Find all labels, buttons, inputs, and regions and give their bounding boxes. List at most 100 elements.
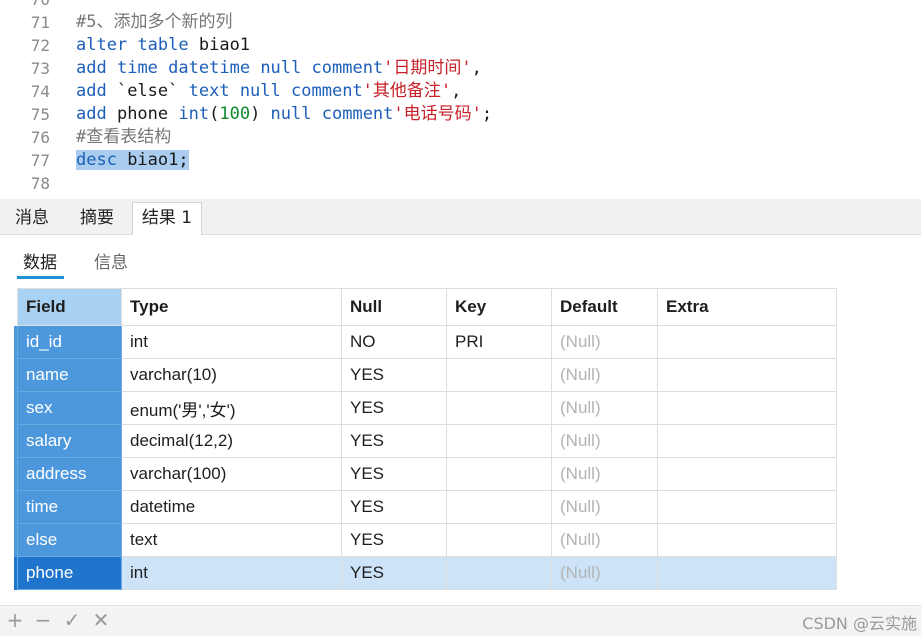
grid-body: id_id int NO PRI (Null) name varchar(10) YES (Nu… <box>14 325 837 590</box>
cell-key[interactable] <box>446 523 552 557</box>
cell-key[interactable]: PRI <box>446 325 552 359</box>
code-line[interactable]: 72 alter table biao1 <box>0 34 921 57</box>
result-sub-tabs: 数据 信息 <box>0 236 921 286</box>
cell-default[interactable]: (Null) <box>551 556 658 590</box>
table-row[interactable]: phone int YES (Null) <box>14 556 837 590</box>
cell-null[interactable]: YES <box>341 424 447 458</box>
cell-null[interactable]: YES <box>341 556 447 590</box>
cell-field[interactable]: id_id <box>17 325 122 359</box>
cell-null[interactable]: NO <box>341 325 447 359</box>
cell-field[interactable]: else <box>17 523 122 557</box>
cell-null[interactable]: YES <box>341 358 447 392</box>
code-line[interactable]: 75 add phone int(100) null comment'电话号码'; <box>0 103 921 126</box>
cell-default[interactable]: (Null) <box>551 457 658 491</box>
code-token: #查看表结构 <box>76 127 172 147</box>
cell-extra[interactable] <box>657 358 837 392</box>
code-line[interactable]: 76 #查看表结构 <box>0 126 921 149</box>
table-row[interactable]: salary decimal(12,2) YES (Null) <box>14 424 837 458</box>
column-header-default[interactable]: Default <box>551 288 658 326</box>
cell-default[interactable]: (Null) <box>551 523 658 557</box>
cell-key[interactable] <box>446 556 552 590</box>
cell-type[interactable]: varchar(10) <box>121 358 342 392</box>
code-token: int <box>178 104 210 124</box>
table-row[interactable]: address varchar(100) YES (Null) <box>14 457 837 491</box>
cell-key[interactable] <box>446 391 552 425</box>
code-token: biao1 <box>188 35 251 55</box>
cell-null[interactable]: YES <box>341 457 447 491</box>
sql-editor[interactable]: 70 71 #5、添加多个新的列 72 alter table biao1 73 add t… <box>0 0 921 199</box>
plus-icon[interactable]: + <box>4 608 26 632</box>
cell-default[interactable]: (Null) <box>551 358 658 392</box>
table-row[interactable]: id_id int NO PRI (Null) <box>14 325 837 359</box>
cell-type[interactable]: datetime <box>121 490 342 524</box>
check-icon[interactable]: ✓ <box>61 608 83 632</box>
cell-default[interactable]: (Null) <box>551 325 658 359</box>
cell-extra[interactable] <box>657 391 837 425</box>
cell-type[interactable]: enum('男','女') <box>121 391 342 425</box>
grid-toolbar: + − ✓ ✕ CSDN @云实施 <box>0 605 921 636</box>
cell-extra[interactable] <box>657 523 837 557</box>
code-line[interactable]: 71 #5、添加多个新的列 <box>0 11 921 34</box>
cell-key[interactable] <box>446 457 552 491</box>
tab-info[interactable]: 信息 <box>94 248 128 273</box>
code-line[interactable]: 77 desc biao1; <box>0 149 921 172</box>
cell-key[interactable] <box>446 358 552 392</box>
grid-header-row: Field Type Null Key Default Extra <box>14 288 837 326</box>
column-header-extra[interactable]: Extra <box>657 288 837 326</box>
tab-data[interactable]: 数据 <box>23 248 57 273</box>
cell-type[interactable]: varchar(100) <box>121 457 342 491</box>
cell-extra[interactable] <box>657 325 837 359</box>
cell-null[interactable]: YES <box>341 490 447 524</box>
cell-type[interactable]: int <box>121 325 342 359</box>
cell-field[interactable]: time <box>17 490 122 524</box>
cell-default[interactable]: (Null) <box>551 490 658 524</box>
cell-field[interactable]: name <box>17 358 122 392</box>
cell-default[interactable]: (Null) <box>551 424 658 458</box>
code-line[interactable]: 73 add time datetime null comment'日期时间', <box>0 57 921 80</box>
minus-icon[interactable]: − <box>32 608 54 632</box>
code-line[interactable]: 74 add `else` text null comment'其他备注', <box>0 80 921 103</box>
cell-field[interactable]: sex <box>17 391 122 425</box>
code-token: datetime <box>168 58 251 78</box>
line-number: 71 <box>30 13 50 32</box>
code-token: time <box>116 58 158 78</box>
code-token: ( <box>209 104 220 124</box>
code-token: add <box>76 81 107 101</box>
cell-field[interactable]: salary <box>17 424 122 458</box>
cell-type[interactable]: text <box>121 523 342 557</box>
table-row[interactable]: time datetime YES (Null) <box>14 490 837 524</box>
code-text: #5、添加多个新的列 <box>76 11 232 34</box>
tab-summary[interactable]: 摘要 <box>66 203 128 233</box>
close-icon[interactable]: ✕ <box>90 608 112 632</box>
cell-default[interactable]: (Null) <box>551 391 658 425</box>
table-row[interactable]: sex enum('男','女') YES (Null) <box>14 391 837 425</box>
cell-key[interactable] <box>446 490 552 524</box>
column-header-null[interactable]: Null <box>341 288 447 326</box>
cell-extra[interactable] <box>657 490 837 524</box>
cell-null[interactable]: YES <box>341 391 447 425</box>
cell-extra[interactable] <box>657 424 837 458</box>
code-line[interactable]: 78 <box>0 172 921 195</box>
code-line[interactable]: 70 <box>0 0 921 11</box>
line-number: 74 <box>30 82 50 101</box>
cell-field[interactable]: phone <box>17 556 122 590</box>
cell-type[interactable]: decimal(12,2) <box>121 424 342 458</box>
column-header-field[interactable]: Field <box>17 288 122 326</box>
tab-messages[interactable]: 消息 <box>0 203 64 233</box>
cell-key[interactable] <box>446 424 552 458</box>
code-token: ; <box>481 104 493 124</box>
result-grid[interactable]: Field Type Null Key Default Extra id_id i… <box>14 288 837 590</box>
table-row[interactable]: else text YES (Null) <box>14 523 837 557</box>
cell-type[interactable]: int <box>121 556 342 590</box>
tab-result-1[interactable]: 结果 1 <box>132 202 202 235</box>
cell-extra[interactable] <box>657 556 837 590</box>
column-header-type[interactable]: Type <box>121 288 342 326</box>
cell-null[interactable]: YES <box>341 523 447 557</box>
cell-extra[interactable] <box>657 457 837 491</box>
table-row[interactable]: name varchar(10) YES (Null) <box>14 358 837 392</box>
column-header-key[interactable]: Key <box>446 288 552 326</box>
cell-field[interactable]: address <box>17 457 122 491</box>
